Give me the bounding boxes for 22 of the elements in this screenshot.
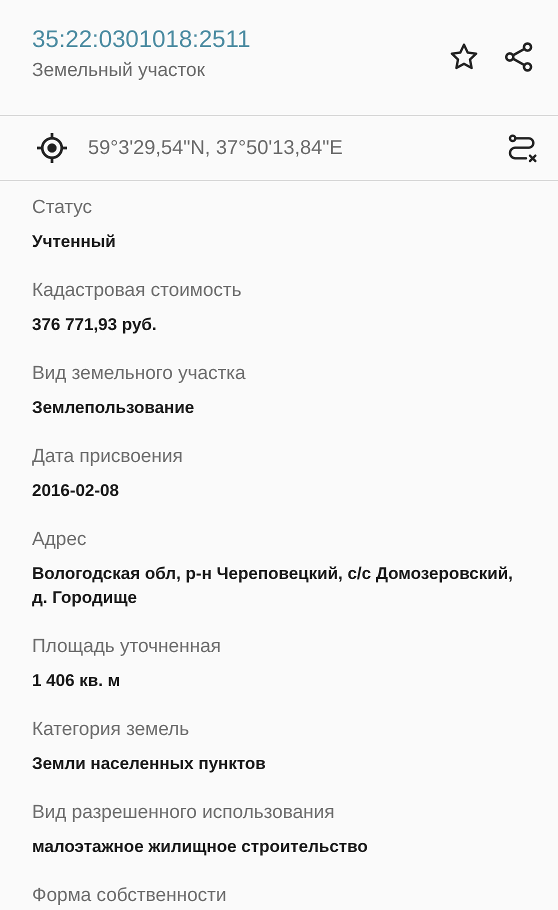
- field-label: Категория земель: [32, 718, 190, 742]
- field-label: Площадь уточненная: [32, 635, 222, 659]
- coordinates: 59°3'29,54"N, 37°50'13,84"E: [88, 136, 344, 160]
- target-icon[interactable]: [34, 130, 70, 166]
- field-label: Вид разрешенного использования: [32, 801, 336, 825]
- field-value: Землепользование: [32, 397, 196, 419]
- field-label: Вид земельного участка: [32, 362, 247, 386]
- field-label: Статус: [32, 196, 94, 220]
- field-label: Форма собственности: [32, 884, 228, 908]
- field-label: Кадастровая стоимость: [32, 279, 243, 303]
- field-label: Адрес: [32, 528, 88, 552]
- field-value: Учтенный: [32, 231, 117, 253]
- field-value: Вологодская обл, р-н Череповецкий, с/с Домозеровский, д. Городище: [32, 563, 514, 609]
- object-type: Земельный участок: [32, 60, 206, 82]
- cadastral-number: 35:22:0301018:2511: [32, 25, 252, 55]
- field-value: 376 771,93 руб.: [32, 314, 158, 336]
- field-label: Дата присвоения: [32, 445, 184, 469]
- route-icon[interactable]: [506, 133, 538, 165]
- field-value: Земли населенных пунктов: [32, 753, 267, 775]
- field-value: малоэтажное жилищное строительство: [32, 836, 369, 858]
- field-value: 1 406 кв. м: [32, 670, 122, 692]
- field-value: 2016-02-08: [32, 480, 120, 502]
